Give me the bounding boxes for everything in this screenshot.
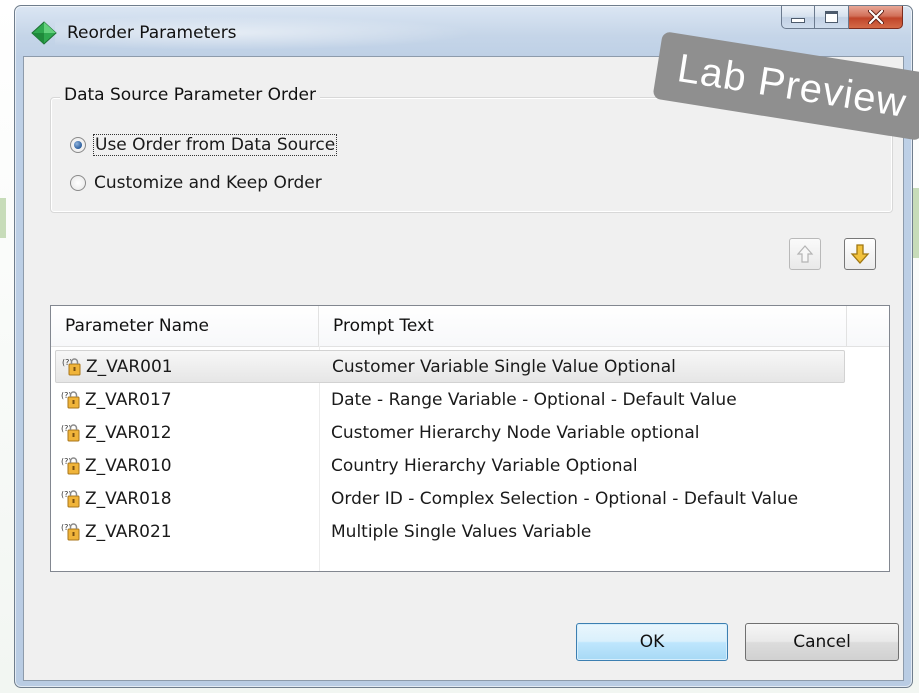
close-button[interactable]: [849, 6, 903, 29]
optional-variable-icon: (?): [61, 457, 80, 474]
move-up-button[interactable]: [789, 238, 821, 270]
optional-variable-icon: (?): [61, 523, 80, 540]
maximize-button[interactable]: [815, 6, 849, 29]
radio-button-unchecked[interactable]: [70, 175, 86, 191]
table-row[interactable]: (?) Z_VAR018 Order ID - Complex Selectio…: [55, 482, 885, 515]
table-row[interactable]: (?) Z_VAR012 Customer Hierarchy Node Var…: [55, 416, 885, 449]
radio-dot: [74, 141, 82, 149]
cancel-button[interactable]: Cancel: [745, 623, 899, 661]
prompt-text: Multiple Single Values Variable: [331, 521, 592, 542]
move-down-button[interactable]: [844, 238, 876, 270]
parameter-name-cell: (?) Z_VAR012: [55, 423, 319, 443]
radio-label: Use Order from Data Source: [92, 134, 338, 156]
minimize-button[interactable]: [781, 6, 815, 29]
prompt-text: Date - Range Variable - Optional - Defau…: [331, 389, 737, 410]
radio-label: Customize and Keep Order: [94, 173, 322, 193]
maximize-icon: [825, 11, 838, 23]
optional-variable-icon: (?): [61, 391, 80, 408]
prompt-text: Customer Variable Single Value Optional: [332, 356, 676, 377]
parameter-name-cell: (?) Z_VAR001: [56, 357, 320, 377]
optional-variable-icon: (?): [61, 424, 80, 441]
optional-variable-icon: (?): [61, 490, 80, 507]
parameter-name: Z_VAR017: [85, 389, 172, 410]
table-row[interactable]: (?) Z_VAR001 Customer Variable Single Va…: [55, 350, 845, 383]
app-diamond-icon: [31, 21, 57, 45]
parameter-name: Z_VAR001: [86, 356, 173, 377]
parameter-name-cell: (?) Z_VAR021: [55, 522, 319, 542]
table-body: (?) Z_VAR001 Customer Variable Single Va…: [55, 350, 885, 548]
close-icon: [867, 10, 884, 24]
ok-button[interactable]: OK: [576, 623, 728, 661]
parameter-name: Z_VAR010: [85, 455, 172, 476]
column-header-parameter-name[interactable]: Parameter Name: [51, 306, 319, 346]
parameter-name-cell: (?) Z_VAR018: [55, 489, 319, 509]
parameter-name: Z_VAR021: [85, 521, 172, 542]
arrow-down-icon: [850, 244, 870, 264]
table-header: Parameter Name Prompt Text: [51, 306, 889, 347]
minimize-icon: [791, 18, 805, 23]
window-controls: [781, 6, 903, 32]
parameter-table[interactable]: Parameter Name Prompt Text (?) Z_VAR001: [50, 305, 890, 572]
arrow-up-icon: [796, 245, 814, 263]
radio-button-checked[interactable]: [70, 137, 86, 153]
radio-use-order-from-data-source[interactable]: Use Order from Data Source: [70, 134, 338, 156]
radio-customize-and-keep-order[interactable]: Customize and Keep Order: [70, 173, 322, 193]
table-row[interactable]: (?) Z_VAR017 Date - Range Variable - Opt…: [55, 383, 885, 416]
table-row[interactable]: (?) Z_VAR021 Multiple Single Values Vari…: [55, 515, 885, 548]
group-title: Data Source Parameter Order: [60, 85, 320, 105]
column-header-filler: [847, 306, 889, 346]
prompt-text: Customer Hierarchy Node Variable optiona…: [331, 422, 700, 443]
prompt-text: Order ID - Complex Selection - Optional …: [331, 488, 799, 509]
parameter-name: Z_VAR018: [85, 488, 172, 509]
prompt-text: Country Hierarchy Variable Optional: [331, 455, 638, 476]
window-title: Reorder Parameters: [67, 23, 237, 43]
parameter-name: Z_VAR012: [85, 422, 172, 443]
parameter-name-cell: (?) Z_VAR010: [55, 456, 319, 476]
parameter-name-cell: (?) Z_VAR017: [55, 390, 319, 410]
column-header-prompt-text[interactable]: Prompt Text: [319, 306, 847, 346]
dialog-client-area: Data Source Parameter Order Use Order fr…: [23, 56, 904, 681]
table-row[interactable]: (?) Z_VAR010 Country Hierarchy Variable …: [55, 449, 885, 482]
background-accent-left: [0, 198, 6, 238]
optional-variable-icon: (?): [62, 358, 81, 375]
